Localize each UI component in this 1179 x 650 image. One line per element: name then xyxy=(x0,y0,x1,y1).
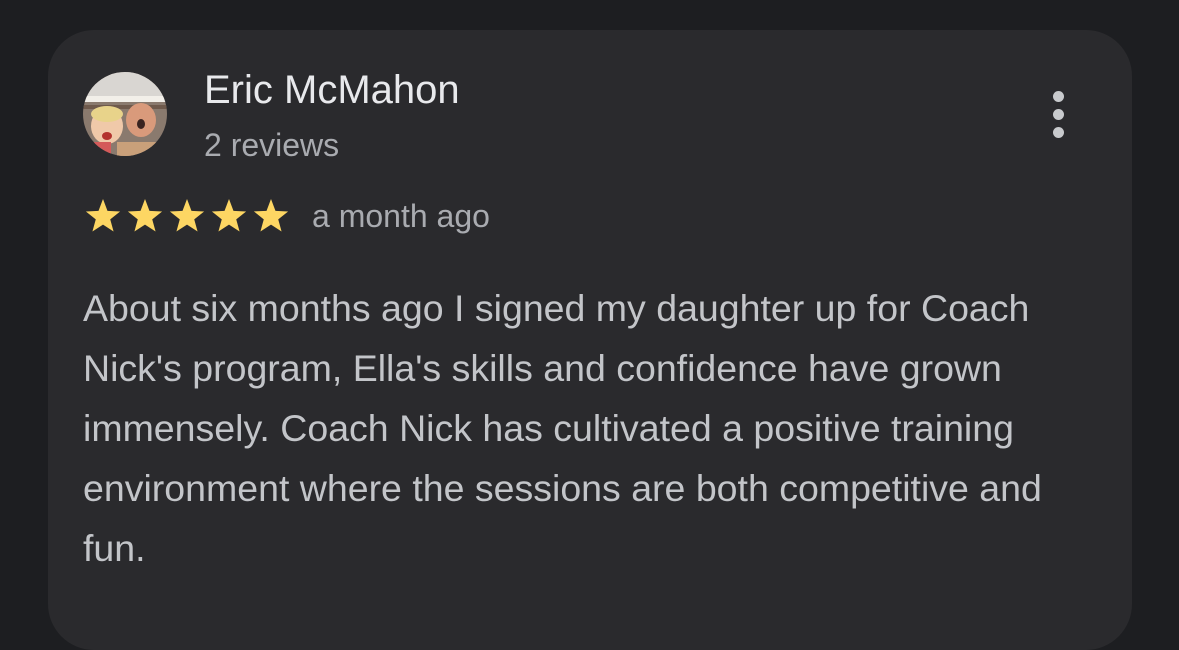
author-name[interactable]: Eric McMahon xyxy=(204,66,460,114)
star-rating xyxy=(83,196,293,236)
menu-dot xyxy=(1053,91,1064,102)
star-icon xyxy=(85,199,121,232)
star-icon xyxy=(169,199,205,232)
more-vert-icon[interactable] xyxy=(1038,85,1078,145)
review-text: About six months ago I signed my daughte… xyxy=(83,287,1042,569)
menu-dot xyxy=(1053,109,1064,120)
star-icon xyxy=(253,199,289,232)
star-icon xyxy=(127,199,163,232)
review-date: a month ago xyxy=(312,198,490,234)
avatar[interactable] xyxy=(83,72,167,156)
star-icon xyxy=(211,199,247,232)
menu-dot xyxy=(1053,127,1064,138)
author-review-count[interactable]: 2 reviews xyxy=(204,125,339,165)
review-card: Eric McMahon 2 reviews a month ago About… xyxy=(48,30,1132,650)
